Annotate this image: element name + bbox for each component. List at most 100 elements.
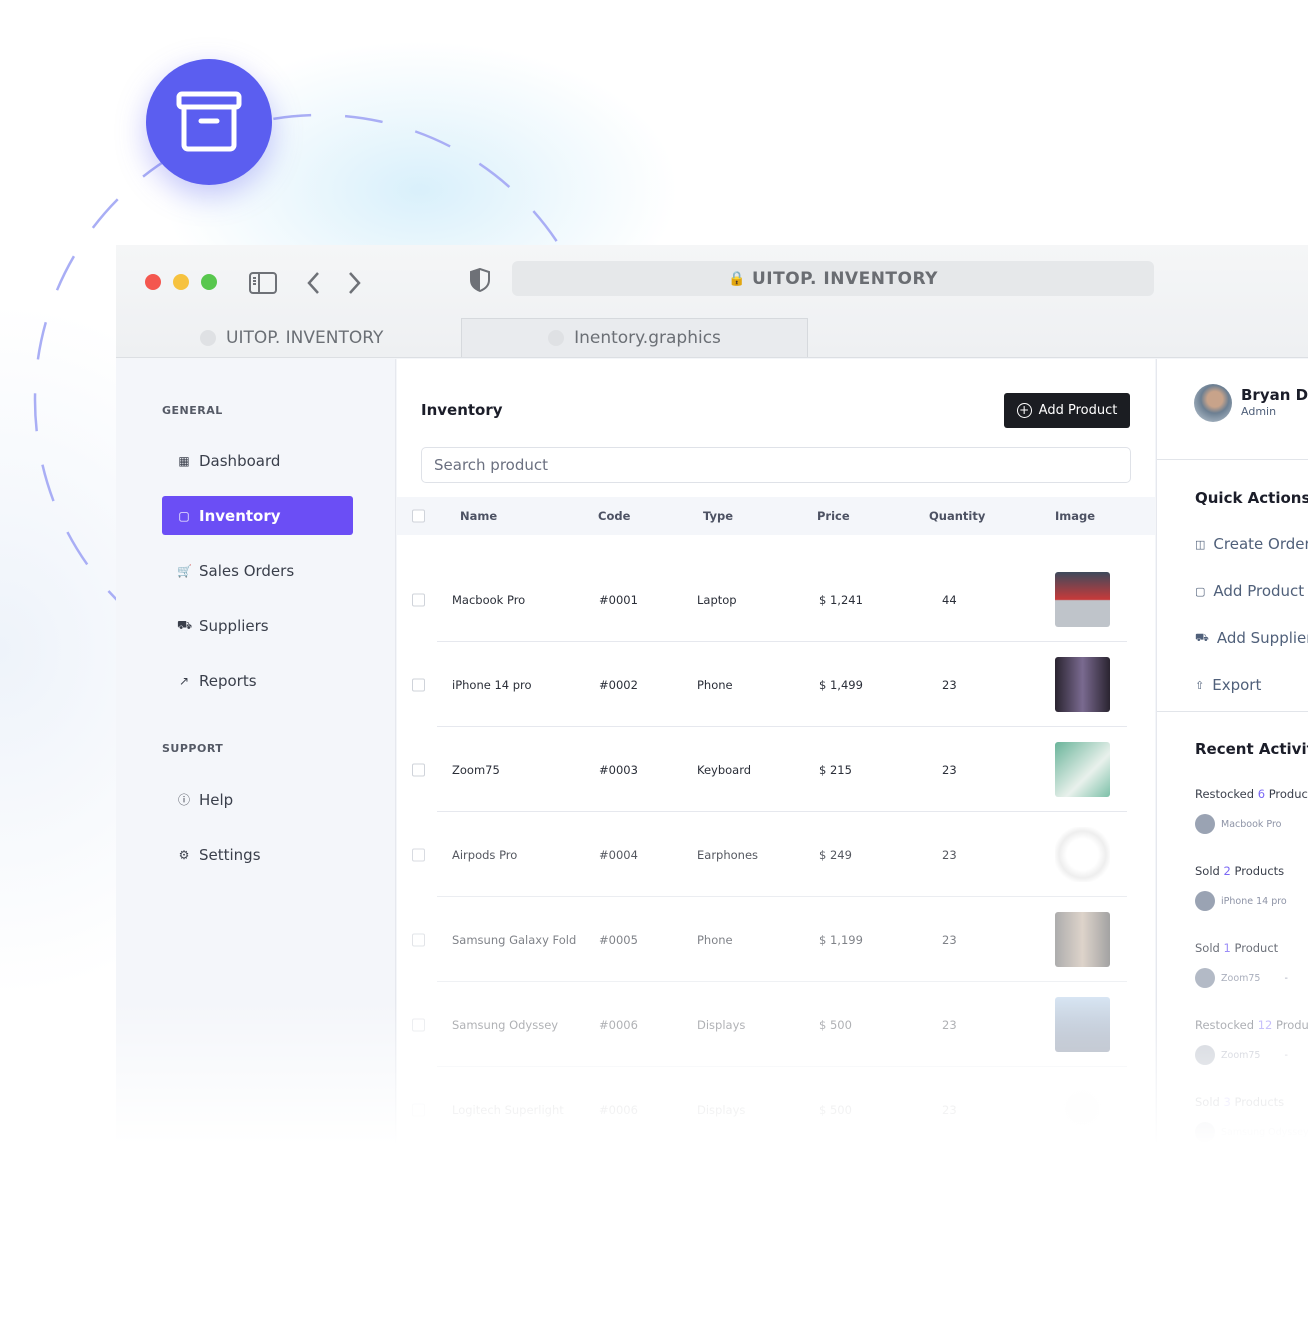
cell-code: #0004 [599,847,638,862]
row-checkbox[interactable] [412,678,425,691]
table-row[interactable]: Airpods Pro #0004 Earphones $ 249 23 [397,812,1155,897]
activity-count: 2 [1223,864,1231,878]
cell-name: iPhone 14 pro [452,677,532,692]
tab-uitop[interactable]: UITOP. INVENTORY [200,318,383,357]
activity-item-name: Macbook Pro [1221,818,1282,830]
box-icon: ▢ [1195,584,1206,598]
col-code: Code [598,509,631,523]
file-plus-icon: ◫ [1195,537,1206,551]
address-bar[interactable]: 🔒 UITOP. INVENTORY [512,261,1154,296]
activity-item[interactable]: iPhone 14 pro [1195,891,1287,911]
page-title: Inventory [421,401,503,419]
nav-label: Help [199,790,234,809]
browser-toolbar: 🔒 UITOP. INVENTORY UITOP. INVENTORY Inent… [116,245,1308,358]
search-input[interactable]: Search product [421,447,1131,483]
activity-item[interactable]: Macbook Pro [1195,814,1282,834]
activity-title: Sold 1 Product [1195,941,1278,955]
cell-price: $ 1,241 [819,592,863,607]
activity-verb: Sold [1195,864,1220,878]
product-thumbnail [1195,891,1215,911]
col-image: Image [1055,509,1096,523]
add-supplier-action[interactable]: ⛟ Add Supplier [1195,629,1308,647]
divider [1157,711,1308,712]
url-text: UITOP. INVENTORY [751,268,938,289]
cell-type: Laptop [697,592,737,607]
add-product-button[interactable]: + Add Product [1004,393,1130,428]
cell-code: #0003 [599,762,638,777]
sidebar-item-settings[interactable]: ⚙ Settings [162,835,353,874]
cell-quantity: 23 [942,847,957,862]
activity-verb: Sold [1195,941,1220,955]
create-order-action[interactable]: ◫ Create Order [1195,535,1308,553]
chart-icon: ↗ [178,673,190,688]
gear-icon: ⚙ [178,847,190,862]
table-row[interactable]: iPhone 14 pro #0002 Phone $ 1,499 23 [397,642,1155,727]
cart-icon: 🛒 [177,563,192,578]
truck-icon: ⛟ [177,617,193,632]
table-row[interactable]: Zoom75 #0003 Keyboard $ 215 23 [397,727,1155,812]
activity-count: 6 [1257,787,1266,801]
action-label: Export [1212,676,1262,694]
product-image [1055,912,1110,967]
activity-verb: Restocked [1195,787,1255,801]
action-label: Create Order [1213,535,1308,553]
cell-price: $ 215 [819,762,852,777]
info-icon: ⓘ [177,793,190,807]
activity-count: 1 [1223,941,1231,955]
archive-badge [146,59,272,185]
section-support: SUPPORT [162,742,224,755]
activity-item-name: Zoom75 [1221,972,1261,984]
cell-price: $ 1,499 [819,677,863,692]
row-checkbox[interactable] [412,848,425,861]
sidebar-item-sales-orders[interactable]: 🛒 Sales Orders [162,551,353,590]
tab-label: UITOP. INVENTORY [226,327,384,348]
table-row[interactable]: Samsung Galaxy Fold #0005 Phone $ 1,199 … [397,897,1155,982]
product-image [1055,827,1110,882]
action-label: Add Supplier [1216,629,1308,647]
activity-item[interactable]: Zoom75 - [1195,968,1288,988]
shield-icon[interactable] [470,268,490,292]
truck-icon: ⛟ [1195,630,1209,644]
row-checkbox[interactable] [412,933,425,946]
product-image [1055,572,1110,627]
col-name: Name [460,509,498,523]
cell-quantity: 23 [942,677,957,692]
avatar[interactable] [1194,384,1232,422]
col-quantity: Quantity [929,509,986,523]
action-label: Add Product [1213,582,1305,600]
cell-code: #0005 [599,932,638,947]
close-button[interactable] [145,274,161,290]
export-action[interactable]: ⇧ Export [1195,676,1261,694]
activity-noun: Products [1268,787,1308,801]
add-product-action[interactable]: ▢ Add Product [1195,582,1304,600]
forward-icon[interactable] [348,271,362,295]
sidebar-item-reports[interactable]: ↗ Reports [162,661,353,700]
cell-type: Earphones [697,847,759,862]
sidebar-toggle-icon[interactable] [249,272,277,294]
product-thumbnail [1195,814,1215,834]
tab-inventory-graphics[interactable]: Inentory.graphics [461,318,808,357]
minimize-button[interactable] [173,274,189,290]
cell-type: Phone [697,677,733,692]
cell-code: #0002 [599,677,638,692]
plus-circle-icon: + [1016,403,1032,418]
quick-actions-title: Quick Actions [1195,489,1308,507]
back-icon[interactable] [306,271,320,295]
sidebar-item-inventory[interactable]: ▢ Inventory [162,496,353,535]
activity-title: Sold 2 Products [1195,864,1284,878]
sidebar-item-suppliers[interactable]: ⛟ Suppliers [162,606,353,645]
button-label: Add Product [1038,403,1118,418]
select-all-checkbox[interactable] [412,509,425,523]
maximize-button[interactable] [201,274,217,290]
table-row[interactable]: Macbook Pro #0001 Laptop $ 1,241 44 [397,557,1155,642]
tab-label: Inentory.graphics [574,328,721,348]
row-checkbox[interactable] [412,593,425,606]
activity-title: Restocked 6 Products [1195,787,1308,801]
row-checkbox[interactable] [412,763,425,776]
cell-name: Zoom75 [452,762,500,777]
lock-icon: 🔒 [728,270,746,287]
sidebar-item-dashboard[interactable]: ▦ Dashboard [162,441,353,480]
grid-icon: ▦ [178,453,190,468]
sidebar-item-help[interactable]: ⓘ Help [162,780,353,819]
cell-price: $ 249 [819,847,852,862]
